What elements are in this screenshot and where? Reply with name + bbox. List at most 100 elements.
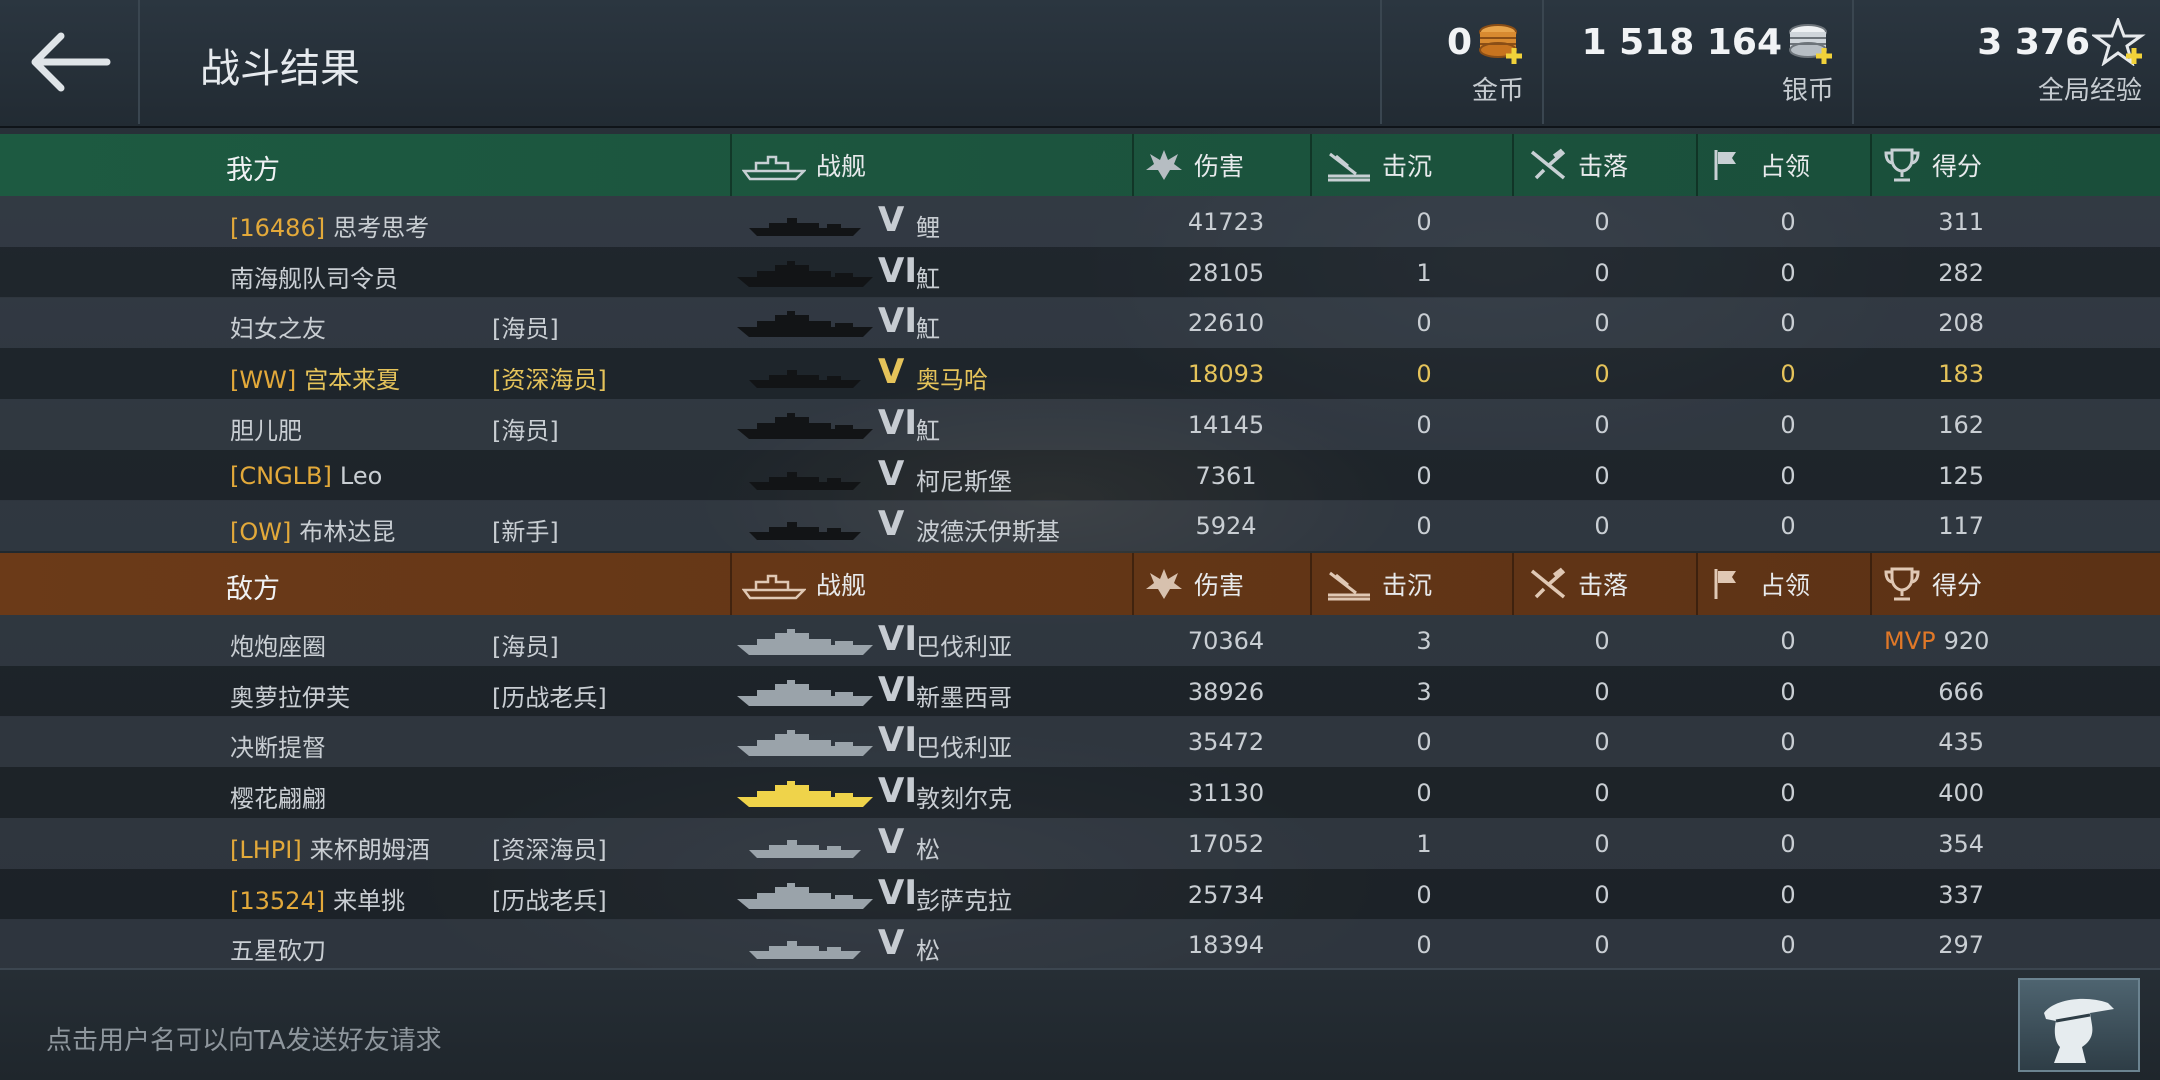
mvp-badge: MVP — [1884, 627, 1936, 655]
explosion-icon — [1146, 569, 1182, 599]
ship-tier: V — [878, 504, 905, 545]
score-cell: 125 — [1884, 462, 1984, 490]
ship-silhouette-icon — [737, 730, 873, 757]
ship-name: 巴伐利亚 — [916, 633, 1012, 661]
column-damage-label: 伤害 — [1194, 571, 1245, 600]
player-name-cell[interactable]: 五星砍刀 — [230, 931, 326, 966]
player-rank: [历战老兵] — [492, 886, 607, 915]
capture-value: 0 — [1780, 677, 1796, 706]
player-name-cell[interactable]: [WW] 宫本来夏 — [230, 360, 400, 395]
ship-silhouette-icon — [737, 629, 873, 655]
ship-tier: VI — [878, 301, 917, 342]
downed-value: 0 — [1594, 728, 1610, 757]
player-name-cell[interactable]: [CNGLB] Leo — [230, 462, 382, 490]
column-sunk[interactable]: 击沉 — [1310, 134, 1512, 196]
downed-value: 0 — [1594, 208, 1610, 236]
column-score[interactable]: 得分 — [1870, 134, 2160, 196]
back-button[interactable] — [0, 0, 140, 124]
silver-coins-icon — [1789, 24, 1832, 64]
column-sunk-label: 击沉 — [1382, 152, 1433, 181]
player-row[interactable]: 决断提督 VI 巴伐利亚 35472 0 0 0 435 — [0, 716, 2160, 768]
ship-tier: VI — [878, 619, 917, 659]
player-row[interactable]: [CNGLB] Leo V 柯尼斯堡 7361 0 0 0 125 — [0, 449, 2160, 501]
player-rank: [历战老兵] — [492, 683, 607, 712]
player-name: 布林达昆 — [299, 518, 396, 547]
column-damage[interactable]: 伤害 — [1132, 134, 1310, 196]
downed-value: 0 — [1594, 880, 1610, 909]
player-row[interactable]: [OW] 布林达昆 [新手] V 波德沃伊斯基 5924 0 0 0 117 — [0, 500, 2160, 552]
damage-value: 25734 — [1187, 880, 1265, 909]
player-name-cell[interactable]: [LHPI] 来杯朗姆酒 — [230, 830, 430, 865]
player-name-cell[interactable]: 樱花翩翩 — [230, 779, 326, 814]
capture-value: 0 — [1780, 829, 1796, 858]
player-rank: [海员] — [492, 315, 559, 344]
column-capture[interactable]: 占领 — [1696, 553, 1870, 615]
ship-tier: VI — [878, 402, 917, 443]
score-value: 666 — [1938, 677, 1984, 706]
player-row[interactable]: [WW] 宫本来夏 [资深海员] V 奥马哈 18093 0 0 0 183 — [0, 348, 2160, 400]
player-row[interactable]: 胆儿肥 [海员] VI 魟 14145 0 0 0 162 — [0, 398, 2160, 450]
player-row[interactable]: 妇女之友 [海员] VI 魟 22610 0 0 0 208 — [0, 297, 2160, 349]
player-name-cell[interactable]: 胆儿肥 — [230, 411, 302, 446]
player-name: 来杯朗姆酒 — [309, 835, 430, 864]
silver-currency[interactable]: 1 518 164 银币 — [1542, 0, 1852, 124]
player-row[interactable]: [LHPI] 来杯朗姆酒 [资深海员] V 松 17052 1 0 0 354 — [0, 817, 2160, 869]
ship-tier: VI — [878, 720, 917, 761]
player-name: 妇女之友 — [230, 315, 326, 344]
score-value: 337 — [1938, 880, 1984, 909]
player-name-cell[interactable]: [OW] 布林达昆 — [230, 512, 395, 547]
column-ship[interactable]: 战舰 — [730, 553, 1132, 615]
gold-currency[interactable]: 0 金币 — [1380, 0, 1542, 124]
ship-tier: VI — [878, 250, 917, 291]
downed-value: 0 — [1594, 258, 1610, 287]
player-name-cell[interactable]: 炮炮座圈 — [230, 627, 326, 662]
player-row[interactable]: 樱花翩翩 VI 敦刻尔克 31130 0 0 0 400 — [0, 767, 2160, 819]
column-downed[interactable]: 击落 — [1512, 134, 1696, 196]
capture-value: 0 — [1780, 880, 1796, 909]
column-damage[interactable]: 伤害 — [1132, 553, 1310, 615]
player-row[interactable]: 奥萝拉伊芙 [历战老兵] VI 新墨西哥 38926 3 0 0 666 — [0, 665, 2160, 717]
player-name-cell[interactable]: 南海舰队司令员 — [230, 259, 398, 294]
player-row[interactable]: [13524] 来单挑 [历战老兵] VI 彭萨克拉 25734 0 0 0 337 — [0, 868, 2160, 920]
xp-value: 3 376 — [1977, 22, 2090, 63]
player-rank: [资深海员] — [492, 366, 607, 395]
ship-tier: V — [878, 352, 905, 393]
column-capture[interactable]: 占领 — [1696, 134, 1870, 196]
player-row[interactable]: 南海舰队司令员 VI 魟 28105 1 0 0 282 — [0, 246, 2160, 298]
top-bar: 战斗结果 0 金币 1 518 164 银币 3 376 全局经验 — [0, 0, 2160, 128]
column-ship[interactable]: 战舰 — [730, 134, 1132, 196]
column-sunk[interactable]: 击沉 — [1310, 553, 1512, 615]
damage-value: 35472 — [1187, 728, 1265, 757]
player-row[interactable]: [16486] 思考思考 V 鲤 41723 0 0 0 311 — [0, 196, 2160, 247]
score-value: 183 — [1938, 360, 1984, 389]
sunk-value: 1 — [1416, 258, 1432, 287]
xp-currency[interactable]: 3 376 全局经验 — [1852, 0, 2160, 124]
column-score[interactable]: 得分 — [1870, 553, 2160, 615]
column-downed[interactable]: 击落 — [1512, 553, 1696, 615]
score-cell: 183 — [1884, 360, 1984, 388]
score-cell: 117 — [1884, 512, 1984, 540]
ship-tier: V — [878, 200, 905, 240]
player-name-cell[interactable]: 妇女之友 — [230, 309, 326, 344]
ship-name: 鲤 — [916, 214, 940, 242]
commander-button[interactable] — [2018, 978, 2140, 1072]
sunk-value: 0 — [1416, 880, 1432, 909]
player-name-cell[interactable]: [13524] 来单挑 — [230, 881, 405, 916]
player-row[interactable]: 五星砍刀 V 松 18394 0 0 0 297 — [0, 919, 2160, 971]
player-name: Leo — [339, 461, 383, 490]
player-name: 宫本来夏 — [304, 366, 401, 395]
score-cell: 400 — [1884, 779, 1984, 807]
ship-silhouette-icon — [737, 882, 873, 909]
player-name-cell[interactable]: [16486] 思考思考 — [230, 208, 429, 243]
player-row[interactable]: 炮炮座圈 [海员] VI 巴伐利亚 70364 3 0 0 MVP 920 — [0, 615, 2160, 666]
flag-icon — [1714, 569, 1736, 599]
player-name: 思考思考 — [333, 214, 430, 242]
column-sunk-label: 击沉 — [1382, 571, 1433, 600]
player-name-cell[interactable]: 决断提督 — [230, 728, 326, 763]
player-name-cell[interactable]: 奥萝拉伊芙 — [230, 678, 350, 713]
damage-value: 14145 — [1187, 410, 1265, 439]
ship-name: 巴伐利亚 — [916, 734, 1012, 763]
damage-value: 7361 — [1195, 461, 1257, 490]
sunk-value: 0 — [1416, 512, 1432, 541]
ship-name: 新墨西哥 — [916, 683, 1012, 712]
